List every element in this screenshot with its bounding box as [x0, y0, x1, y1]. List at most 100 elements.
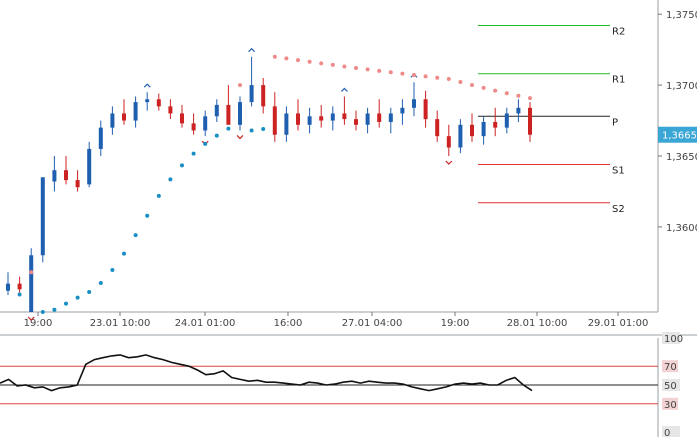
candle-body [296, 113, 300, 125]
candle-body [504, 113, 509, 128]
sar-dot [180, 163, 184, 168]
candle-body [516, 107, 521, 114]
time-tick-label: 27.01 04:00 [342, 318, 403, 329]
candle-body [446, 136, 451, 148]
pivot-label-r1: R1 [612, 75, 625, 86]
sar-dot [98, 280, 103, 285]
current-price-label: 1,3665 [662, 131, 697, 142]
trading-chart-window: 1,3750 1,3700 1,3650 1,3600 19:00 23.01 10:00… [0, 0, 697, 437]
candle-body [40, 177, 45, 256]
sar-dot [412, 73, 416, 78]
sar-dot [284, 56, 289, 61]
price-tick-label: 1,3650 [666, 152, 697, 163]
candle-body [203, 116, 208, 131]
sar-dot [470, 83, 474, 88]
candle-body [122, 113, 126, 121]
sar-dot [423, 74, 428, 79]
osc-tick-label: 70 [664, 362, 677, 373]
candle-body [110, 113, 115, 128]
sar-dot [238, 83, 242, 88]
sar-dot [458, 80, 463, 85]
candle-body [17, 283, 22, 290]
sar-dot [516, 93, 521, 98]
candle-body [133, 102, 138, 121]
sar-dot [249, 128, 254, 133]
candle-body [156, 99, 161, 107]
candle-body [377, 113, 382, 122]
candle-body [493, 121, 498, 128]
pivot-label-s1: S1 [612, 166, 625, 177]
sar-dot [191, 151, 196, 156]
candle-body [98, 127, 103, 149]
candle-body [29, 255, 34, 312]
sar-dot [528, 96, 532, 101]
candle-body [528, 107, 532, 135]
time-tick-label: 23.01 10:00 [90, 318, 151, 329]
candle-body [272, 106, 277, 135]
sar-dot [87, 290, 92, 295]
sar-dot [354, 65, 358, 70]
sar-dot [481, 85, 486, 90]
candle-body [6, 283, 10, 291]
candle-body [365, 113, 370, 125]
sar-dot [203, 141, 208, 146]
sar-dot [296, 58, 300, 63]
candle-body [191, 123, 196, 131]
candle-body [435, 119, 440, 137]
sar-dot [388, 70, 393, 75]
sar-dot [168, 177, 173, 182]
sar-dot [226, 126, 231, 131]
sar-dot [435, 75, 440, 80]
candle-body [354, 119, 358, 125]
sar-dot [64, 301, 68, 306]
price-tick-label: 1,3600 [666, 223, 697, 234]
candle-body [412, 99, 416, 108]
sar-dot [377, 68, 382, 73]
sar-dot [52, 307, 57, 312]
candle-body [238, 102, 242, 125]
sar-dot [133, 233, 138, 238]
candle-body [330, 113, 335, 121]
sar-dot [110, 268, 115, 273]
sar-dot [307, 59, 312, 64]
sar-dot [319, 61, 324, 66]
candle-body [168, 106, 173, 114]
time-tick-label: 28.01 10:00 [507, 318, 568, 329]
candle-body [400, 107, 405, 114]
chart-background [0, 0, 697, 437]
chart-canvas[interactable]: 1,3750 1,3700 1,3650 1,3600 19:00 23.01 10:00… [0, 0, 697, 437]
sar-dot [330, 62, 335, 67]
sar-dot [365, 67, 370, 72]
candle-body [180, 113, 184, 124]
sar-dot [122, 251, 126, 256]
sar-dot [400, 71, 405, 76]
sar-dot [17, 292, 22, 297]
time-tick-label: 19:00 [441, 318, 470, 329]
price-tick-label: 1,3700 [666, 81, 697, 92]
time-tick-label: 16:00 [274, 318, 303, 329]
pivot-label-s2: S2 [612, 204, 625, 215]
candle-body [284, 113, 289, 135]
osc-tick-label: 50 [664, 381, 677, 392]
osc-tick-label: 100 [664, 334, 683, 345]
candle-body [261, 85, 266, 107]
sar-dot [261, 126, 266, 131]
sar-dot [493, 88, 498, 93]
sar-dot [272, 54, 277, 59]
candle-body [481, 121, 486, 137]
osc-tick-label: 0 [664, 428, 670, 437]
sar-dot [342, 64, 347, 69]
sar-dot [75, 295, 80, 300]
sar-dot [29, 270, 34, 275]
candle-body [342, 113, 347, 120]
candle-body [423, 99, 428, 120]
candle-body [214, 104, 219, 117]
time-tick-label: 19:00 [24, 318, 53, 329]
sar-dot [504, 91, 509, 96]
pivot-label-r2: R2 [612, 27, 625, 38]
candle-body [319, 116, 324, 121]
candle-body [249, 85, 254, 103]
candle-body [226, 104, 231, 125]
candle-body [388, 113, 393, 122]
candle-body [458, 124, 463, 148]
